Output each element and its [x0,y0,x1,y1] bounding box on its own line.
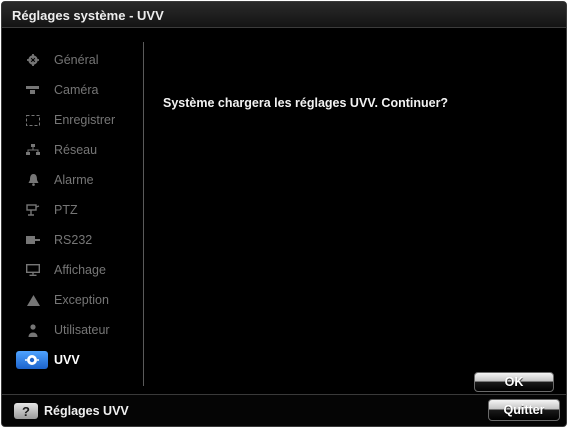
sidebar-item-label: Affichage [54,263,106,277]
gear-icon [22,54,44,66]
record-icon [22,114,44,126]
sidebar-item-network[interactable]: Réseau [14,138,142,162]
ptz-icon [22,204,44,216]
sidebar-item-uvv[interactable]: UVV [14,348,142,372]
bell-icon [22,174,44,186]
help-label: ? Réglages UVV [14,403,129,419]
sidebar-item-label: Réseau [54,143,98,157]
network-icon [22,144,44,156]
sidebar-item-display[interactable]: Affichage [14,258,142,282]
sidebar-item-label: Caméra [54,83,99,97]
sidebar-item-user[interactable]: Utilisateur [14,318,142,342]
ok-button[interactable]: OK [474,372,554,392]
window-title: Réglages système - UVV [12,8,164,23]
monitor-icon [22,264,44,276]
warning-icon [22,294,44,306]
confirmation-message: Système chargera les réglages UVV. Conti… [163,96,449,110]
sidebar: Général Caméra Enregistrer Réseau Alarme [10,42,144,386]
sidebar-item-label: UVV [54,353,80,367]
sidebar-item-label: Général [54,53,99,67]
status-bar: ? Réglages UVV [2,394,566,426]
sidebar-item-record[interactable]: Enregistrer [14,108,142,132]
sidebar-item-alarm[interactable]: Alarme [14,168,142,192]
sidebar-item-label: Enregistrer [54,113,116,127]
sidebar-item-rs232[interactable]: RS232 [14,228,142,252]
sidebar-item-camera[interactable]: Caméra [14,78,142,102]
quit-button[interactable]: Quitter [488,399,560,421]
sidebar-item-label: Alarme [54,173,94,187]
sidebar-item-label: PTZ [54,203,78,217]
help-text: Réglages UVV [44,404,129,418]
user-icon [22,323,44,337]
sidebar-item-ptz[interactable]: PTZ [14,198,142,222]
uvv-icon [16,351,48,369]
sidebar-item-label: RS232 [54,233,93,247]
title-bar: Réglages système - UVV [2,2,566,28]
sidebar-item-exception[interactable]: Exception [14,288,142,312]
settings-window: Réglages système - UVV Général Caméra En… [1,1,567,427]
help-icon[interactable]: ? [14,403,38,419]
serial-port-icon [22,235,44,245]
sidebar-item-general[interactable]: Général [14,48,142,72]
sidebar-item-label: Exception [54,293,109,307]
camera-icon [22,85,44,95]
sidebar-item-label: Utilisateur [54,323,110,337]
